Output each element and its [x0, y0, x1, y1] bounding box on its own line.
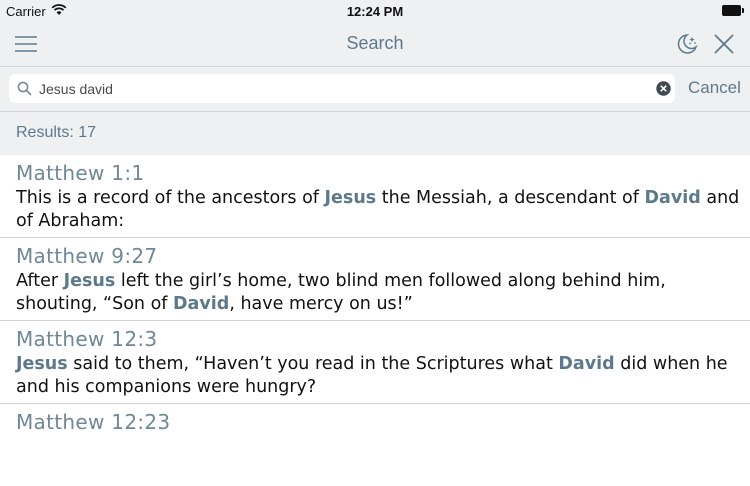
cancel-button[interactable]: Cancel: [688, 78, 741, 98]
results-header: Results: 17: [0, 112, 750, 155]
result-reference: Matthew 1:1: [16, 161, 145, 185]
navigation-bar: Search: [0, 22, 750, 67]
result-text: This is a record of the ancestors of Jes…: [16, 188, 740, 231]
hamburger-menu-icon[interactable]: [14, 34, 38, 54]
status-time: 12:24 PM: [346, 4, 404, 19]
result-reference: Matthew 12:3: [16, 327, 158, 351]
close-x-icon[interactable]: [711, 31, 737, 57]
results-list: Matthew 1:1 This is a record of the ance…: [0, 155, 750, 486]
magnifier-icon: [17, 81, 32, 96]
result-item[interactable]: Matthew 12:3 Jesus said to them, “Haven’…: [0, 321, 750, 404]
result-item[interactable]: Matthew 9:27 After Jesus left the girl’s…: [0, 238, 750, 321]
result-reference: Matthew 12:23: [16, 410, 171, 434]
result-text: Jesus said to them, “Haven’t you read in…: [16, 354, 728, 397]
result-item[interactable]: Matthew 1:1 This is a record of the ance…: [0, 155, 750, 238]
result-item[interactable]: Matthew 12:23: [0, 404, 750, 486]
search-bar: Cancel: [0, 67, 750, 112]
search-input[interactable]: [39, 74, 639, 103]
battery-icon: [722, 5, 744, 16]
status-bar: Carrier 12:24 PM: [0, 0, 750, 22]
page-title: Search: [346, 33, 404, 53]
search-field[interactable]: [9, 74, 675, 103]
moon-stars-icon[interactable]: [674, 31, 700, 57]
results-count: Results: 17: [16, 124, 97, 141]
clear-circle-x-icon[interactable]: [656, 81, 671, 96]
result-reference: Matthew 9:27: [16, 244, 158, 268]
result-text: After Jesus left the girl’s home, two bl…: [16, 271, 666, 314]
